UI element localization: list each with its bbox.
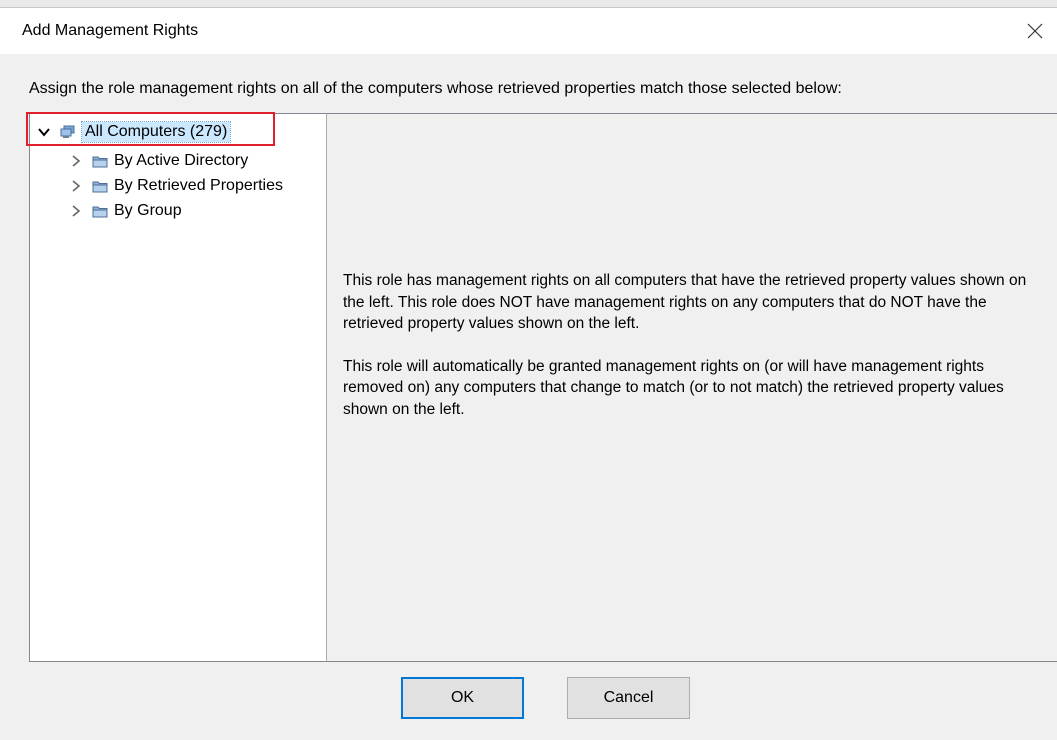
chevron-right-icon[interactable]	[69, 204, 83, 218]
folder-icon	[92, 181, 108, 193]
dialog-title: Add Management Rights	[22, 22, 199, 39]
info-pane: This role has management rights on all c…	[327, 113, 1057, 662]
tree-item-by-retrieved-properties[interactable]: By Retrieved Properties	[69, 174, 283, 198]
tree-item-label: All Computers (279)	[80, 121, 232, 143]
chevron-right-icon[interactable]	[69, 179, 83, 193]
info-paragraph-2: This role will automatically be granted …	[343, 357, 1004, 418]
info-paragraph-1: This role has management rights on all c…	[343, 272, 1027, 332]
title-bar: Add Management Rights	[0, 8, 1057, 54]
tree-item-by-group[interactable]: By Group	[69, 199, 182, 223]
tree-item-all-computers[interactable]: All Computers (279)	[37, 120, 232, 144]
ok-button[interactable]: OK	[401, 677, 524, 719]
computers-icon	[60, 125, 75, 138]
chevron-right-icon[interactable]	[69, 154, 83, 168]
tree-item-label: By Active Directory	[114, 152, 249, 169]
tree-item-label: By Group	[114, 202, 182, 219]
chevron-down-icon[interactable]	[37, 125, 51, 139]
folder-icon	[92, 156, 108, 168]
instruction-text: Assign the role management rights on all…	[29, 80, 842, 97]
tree-item-by-active-directory[interactable]: By Active Directory	[69, 149, 248, 173]
close-icon	[1027, 23, 1043, 39]
folder-icon	[92, 206, 108, 218]
close-button[interactable]	[1011, 8, 1057, 54]
tree-item-label: By Retrieved Properties	[114, 177, 283, 194]
add-management-rights-dialog: Add Management Rights Assign the role ma…	[0, 7, 1057, 740]
info-text: This role has management rights on all c…	[343, 270, 1048, 441]
cancel-button[interactable]: Cancel	[567, 677, 690, 719]
computer-tree[interactable]: All Computers (279) By Active Directory …	[29, 113, 327, 662]
